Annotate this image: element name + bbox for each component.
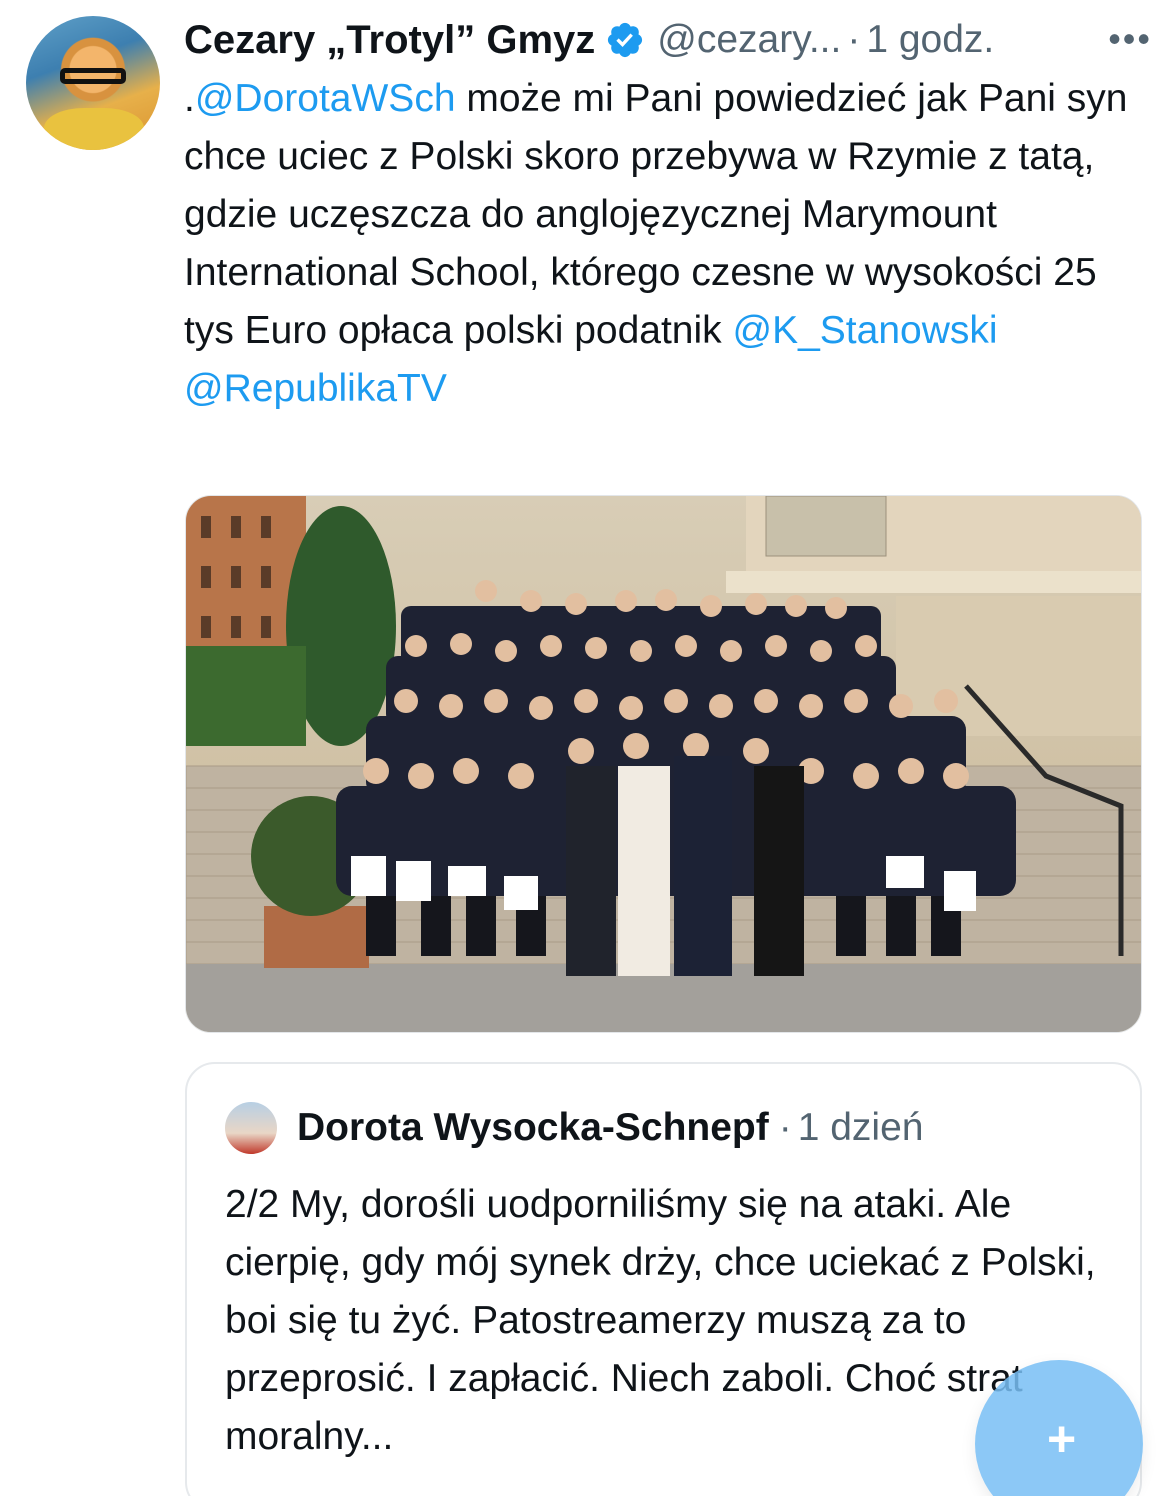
time-separator: · bbox=[847, 18, 861, 61]
tweet-text: .@DorotaWSch może mi Pani powiedzieć jak… bbox=[184, 70, 1144, 418]
tweet-header: Cezary „Trotyl” Gmyz @cezary... · 1 godz… bbox=[184, 12, 994, 68]
verified-badge-icon[interactable] bbox=[605, 20, 645, 60]
tweet[interactable]: Cezary „Trotyl” Gmyz @cezary... · 1 godz… bbox=[0, 0, 1170, 1496]
quoted-timestamp[interactable]: 1 dzień bbox=[798, 1106, 924, 1150]
compose-plus-icon: + bbox=[1047, 1411, 1077, 1467]
avatar-glasses bbox=[60, 68, 126, 84]
author-avatar[interactable] bbox=[26, 16, 160, 150]
mention-dorotawsch[interactable]: @DorotaWSch bbox=[195, 77, 456, 120]
mention-republikatv[interactable]: @RepublikaTV bbox=[184, 367, 447, 410]
quoted-author-avatar[interactable] bbox=[225, 1102, 277, 1154]
author-handle[interactable]: @cezary... bbox=[657, 18, 841, 62]
more-horizontal-icon[interactable]: ••• bbox=[1108, 18, 1152, 60]
group-photo bbox=[186, 496, 1141, 1032]
avatar-scarf bbox=[44, 108, 144, 150]
quoted-display-name[interactable]: Dorota Wysocka-Schnepf bbox=[297, 1106, 769, 1150]
tweet-timestamp[interactable]: 1 godz. bbox=[866, 18, 994, 62]
quoted-time-separator: · bbox=[778, 1106, 792, 1149]
stone-wall bbox=[896, 596, 1141, 736]
quoted-text: 2/2 My, dorośli uodporniliśmy się na ata… bbox=[225, 1183, 1096, 1458]
quoted-header: Dorota Wysocka-Schnepf · 1 dzień bbox=[297, 1106, 923, 1150]
text-lead: . bbox=[184, 77, 195, 120]
tweet-photo[interactable] bbox=[185, 495, 1142, 1033]
author-display-name[interactable]: Cezary „Trotyl” Gmyz bbox=[184, 18, 595, 63]
mention-k-stanowski[interactable]: @K_Stanowski bbox=[732, 309, 997, 352]
